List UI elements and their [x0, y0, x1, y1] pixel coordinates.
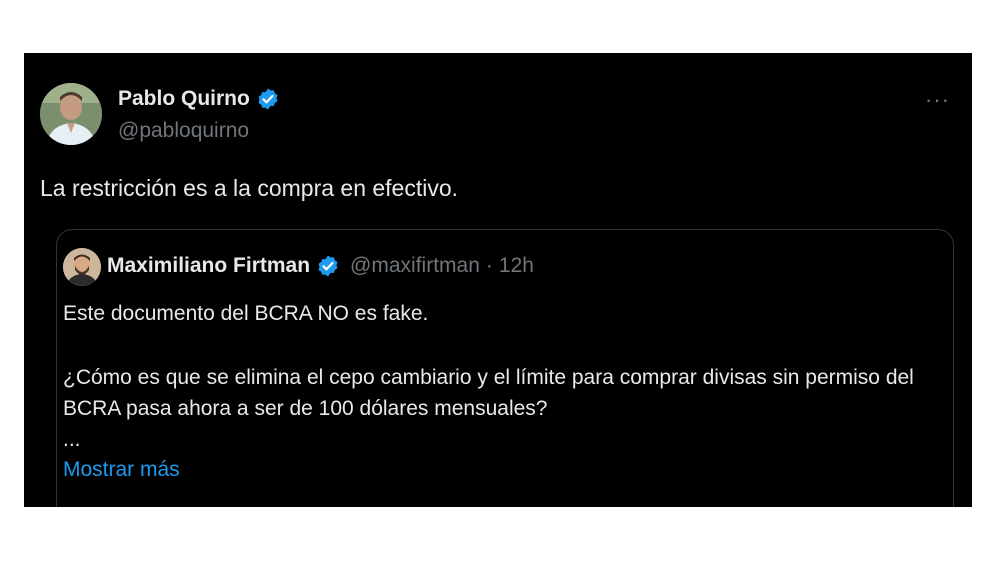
quoted-tweet-time[interactable]: 12h [499, 254, 534, 278]
tweet-card[interactable]: Pablo Quirno @pabloquirno ··· La restric… [24, 53, 972, 507]
author-name-text: Pablo Quirno [118, 87, 250, 110]
quoted-tweet-header: Maximiliano Firtman @maxifirtman · 12h [107, 254, 534, 278]
verified-badge-icon [318, 255, 338, 277]
author-avatar[interactable] [40, 83, 102, 145]
author-name[interactable]: Pablo Quirno [118, 87, 280, 111]
more-options-button[interactable]: ··· [925, 87, 950, 113]
separator-dot: · [485, 254, 493, 277]
quoted-author-avatar[interactable] [63, 248, 101, 286]
person-photo-icon [40, 83, 102, 145]
quoted-paragraph-2: ¿Cómo es que se elimina el cepo cambiari… [63, 366, 914, 420]
show-more-link[interactable]: Mostrar más [63, 458, 180, 482]
quoted-author-name[interactable]: Maximiliano Firtman [107, 254, 310, 278]
tweet-text: La restricción es a la compra en efectiv… [40, 175, 459, 201]
quoted-tweet-body: Este documento del BCRA NO es fake. ¿Cóm… [63, 298, 943, 455]
verified-badge-icon [258, 88, 278, 110]
author-handle[interactable]: @pabloquirno [118, 119, 249, 143]
person-photo-icon [63, 248, 101, 286]
quoted-ellipsis: ... [63, 428, 81, 451]
quoted-paragraph-1: Este documento del BCRA NO es fake. [63, 302, 429, 325]
quoted-author-handle[interactable]: @maxifirtman [350, 254, 480, 278]
quoted-tweet[interactable]: Maximiliano Firtman @maxifirtman · 12h E… [56, 229, 954, 507]
